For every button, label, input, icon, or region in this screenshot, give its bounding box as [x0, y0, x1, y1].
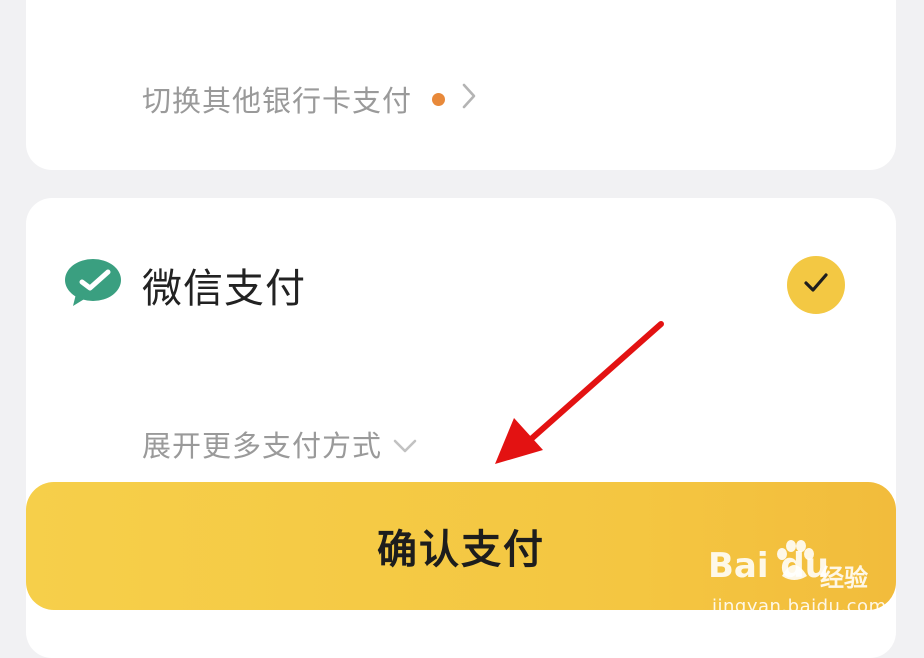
wechat-logo-icon: [64, 258, 122, 312]
switch-bank-card-label: 切换其他银行卡支付: [142, 84, 413, 118]
watermark-url: jingyan.baidu.com: [712, 596, 887, 617]
chevron-down-icon: [382, 427, 418, 461]
expand-more-payment-methods[interactable]: 展开更多支付方式: [142, 422, 418, 466]
watermark-cn: 经验: [820, 564, 868, 592]
wechat-pay-label: 微信支付: [142, 266, 306, 312]
paw-icon: [774, 540, 814, 588]
chevron-right-icon: [461, 82, 477, 117]
baidu-jingyan-watermark: Bai du 经验 jingyan.baidu.com: [708, 540, 908, 630]
notification-dot: [432, 92, 446, 106]
switch-bank-card-link[interactable]: 切换其他银行卡支付: [142, 78, 477, 120]
check-icon: [803, 272, 829, 298]
expand-more-label: 展开更多支付方式: [142, 429, 383, 463]
wechat-pay-option[interactable]: 微信支付: [64, 256, 306, 314]
wechat-pay-selected-check[interactable]: [787, 256, 845, 314]
